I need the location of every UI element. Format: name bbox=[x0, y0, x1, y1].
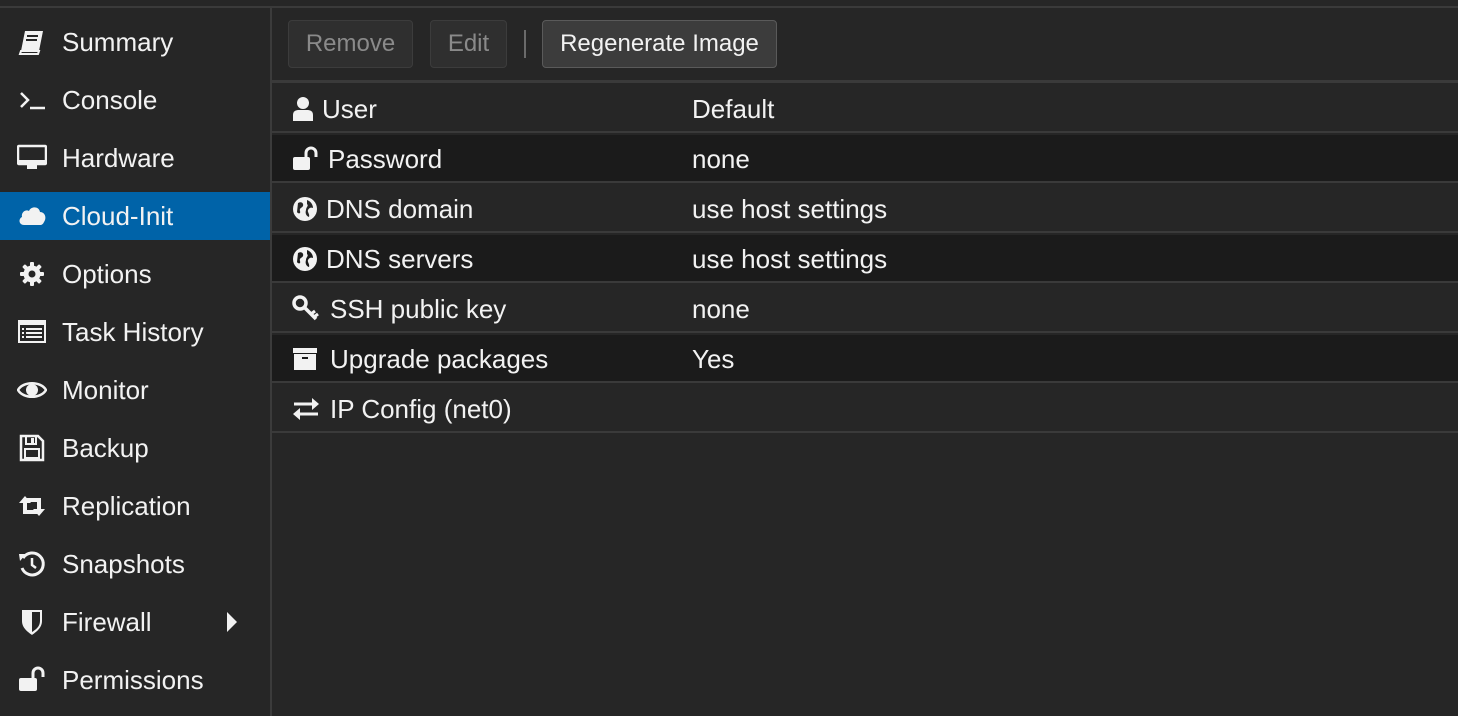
row-key-label: Upgrade packages bbox=[330, 343, 549, 374]
row-value: none bbox=[692, 293, 750, 324]
unlock-icon bbox=[292, 146, 324, 172]
key-icon bbox=[292, 295, 326, 322]
sidebar: Summary Console Hardware Cloud-Init Opti… bbox=[0, 8, 272, 716]
sidebar-item-hardware[interactable]: Hardware bbox=[0, 134, 270, 182]
row-value: none bbox=[692, 143, 750, 174]
table-row[interactable]: Upgrade packages Yes bbox=[272, 335, 1458, 383]
sidebar-item-label: Hardware bbox=[62, 142, 175, 173]
sidebar-item-backup[interactable]: Backup bbox=[0, 424, 270, 472]
row-value: use host settings bbox=[692, 243, 888, 274]
row-key: IP Config (net0) bbox=[292, 385, 512, 433]
sidebar-item-monitor[interactable]: Monitor bbox=[0, 366, 270, 414]
sidebar-item-label: Task History bbox=[62, 316, 204, 347]
sidebar-item-label: Backup bbox=[62, 432, 149, 463]
globe-icon bbox=[292, 196, 322, 222]
sidebar-item-cloud-init[interactable]: Cloud-Init bbox=[0, 192, 270, 240]
globe-icon bbox=[292, 246, 322, 272]
sidebar-item-label: Monitor bbox=[62, 374, 149, 405]
sidebar-item-label: Cloud-Init bbox=[62, 200, 174, 231]
sidebar-item-label: Snapshots bbox=[62, 548, 185, 579]
row-key-label: DNS servers bbox=[326, 243, 474, 274]
regenerate-image-button[interactable]: Regenerate Image bbox=[542, 20, 777, 68]
row-value: use host settings bbox=[692, 193, 888, 224]
table-row[interactable]: DNS servers use host settings bbox=[272, 235, 1458, 283]
remove-button[interactable]: Remove bbox=[288, 20, 413, 68]
history-icon bbox=[16, 548, 48, 580]
sidebar-item-permissions[interactable]: Permissions bbox=[0, 656, 270, 704]
row-key: SSH public key bbox=[292, 285, 506, 333]
row-key-label: IP Config (net0) bbox=[330, 393, 512, 424]
cloud-icon bbox=[16, 200, 48, 232]
sidebar-item-summary[interactable]: Summary bbox=[0, 18, 270, 66]
archive-icon bbox=[292, 346, 326, 372]
main-panel: Remove Edit Regenerate Image User Defaul… bbox=[272, 8, 1458, 716]
retweet-icon bbox=[16, 490, 48, 522]
sidebar-item-label: Replication bbox=[62, 490, 191, 521]
terminal-icon bbox=[16, 84, 48, 116]
sidebar-item-task-history[interactable]: Task History bbox=[0, 308, 270, 356]
desktop-icon bbox=[16, 142, 48, 174]
row-key: Upgrade packages bbox=[292, 335, 548, 383]
row-key: DNS domain bbox=[292, 185, 473, 233]
sidebar-item-label: Summary bbox=[62, 26, 174, 57]
sidebar-item-label: Firewall bbox=[62, 606, 152, 637]
unlock-icon bbox=[16, 664, 48, 696]
eye-icon bbox=[16, 374, 48, 406]
sidebar-item-options[interactable]: Options bbox=[0, 250, 270, 298]
app-window: Summary Console Hardware Cloud-Init Opti… bbox=[0, 0, 1458, 716]
row-value: Default bbox=[692, 93, 775, 124]
row-value: Yes bbox=[692, 343, 735, 374]
row-key: User bbox=[292, 85, 377, 133]
table-row[interactable]: IP Config (net0) bbox=[272, 385, 1458, 433]
table-row[interactable]: SSH public key none bbox=[272, 285, 1458, 333]
row-key-label: Password bbox=[328, 143, 443, 174]
sidebar-item-label: Options bbox=[62, 258, 152, 289]
row-key: DNS servers bbox=[292, 235, 473, 283]
sidebar-item-replication[interactable]: Replication bbox=[0, 482, 270, 530]
table-row[interactable]: User Default bbox=[272, 85, 1458, 133]
toolbar-separator bbox=[524, 30, 526, 58]
sidebar-item-firewall[interactable]: Firewall bbox=[0, 598, 270, 646]
list-icon bbox=[16, 316, 48, 348]
row-key-label: SSH public key bbox=[330, 293, 507, 324]
gear-icon bbox=[16, 258, 48, 290]
row-key-label: DNS domain bbox=[326, 193, 474, 224]
toolbar: Remove Edit Regenerate Image bbox=[272, 8, 1458, 83]
sidebar-item-console[interactable]: Console bbox=[0, 76, 270, 124]
sidebar-item-snapshots[interactable]: Snapshots bbox=[0, 540, 270, 588]
table-row[interactable]: DNS domain use host settings bbox=[272, 185, 1458, 233]
edit-button[interactable]: Edit bbox=[430, 20, 507, 68]
shield-icon bbox=[16, 606, 48, 638]
floppy-icon bbox=[16, 432, 48, 464]
exchange-icon bbox=[292, 396, 326, 422]
sidebar-item-label: Console bbox=[62, 84, 158, 115]
top-border bbox=[0, 0, 1458, 8]
sidebar-item-label: Permissions bbox=[62, 664, 204, 695]
row-key-label: User bbox=[322, 93, 377, 124]
table-row[interactable]: Password none bbox=[272, 135, 1458, 183]
user-icon bbox=[292, 96, 318, 122]
caret-right-icon[interactable] bbox=[222, 610, 240, 634]
row-key: Password bbox=[292, 135, 442, 183]
book-icon bbox=[16, 26, 48, 58]
